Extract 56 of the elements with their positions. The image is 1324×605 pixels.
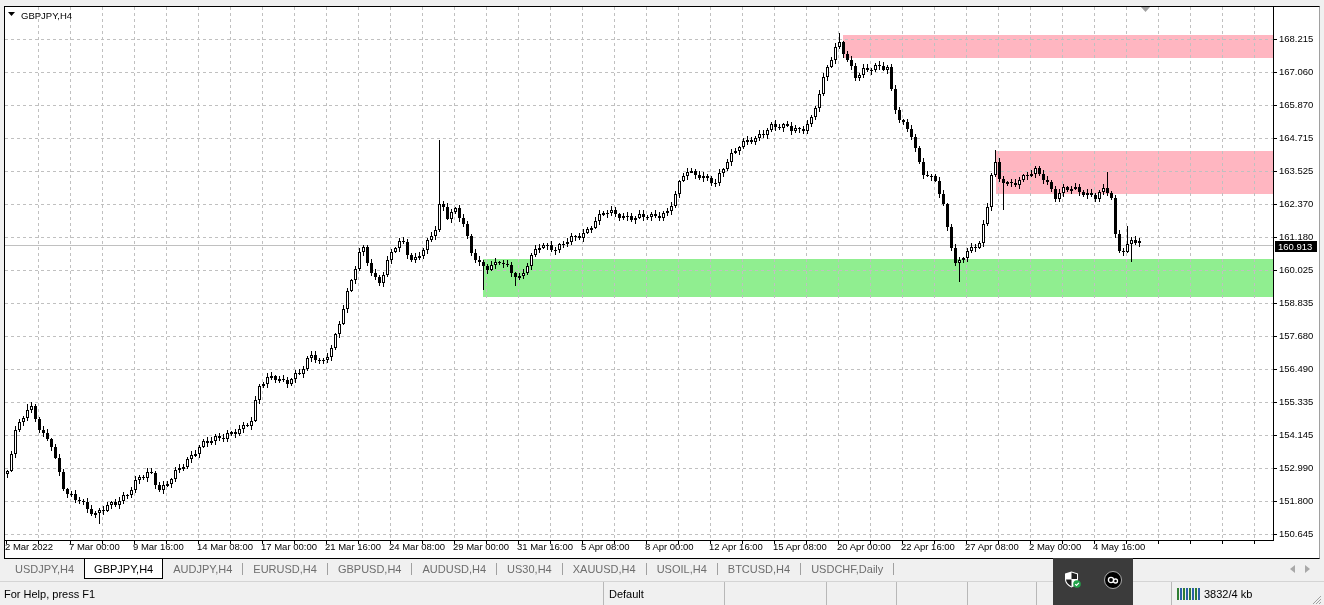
price-label: 160.025	[1279, 264, 1314, 276]
chart-tab[interactable]: BTCUSD,H4	[717, 559, 801, 579]
triangle-marker-icon	[1141, 7, 1150, 12]
price-label: 157.680	[1279, 330, 1314, 342]
time-label: 24 Mar 08:00	[389, 541, 445, 552]
time-label: 2 May 00:00	[1029, 541, 1082, 552]
chart-tab[interactable]: USOIL,H4	[646, 559, 717, 579]
time-label: 29 Mar 00:00	[453, 541, 509, 552]
time-label: 9 Mar 16:00	[133, 541, 184, 552]
time-label: 22 Apr 16:00	[901, 541, 955, 552]
chart-tab[interactable]: AUDUSD,H4	[412, 559, 497, 579]
price-label: 150.645	[1279, 528, 1314, 540]
time-label: 15 Apr 08:00	[773, 541, 827, 552]
help-text: For Help, press F1	[4, 587, 96, 600]
price-label: 156.490	[1279, 363, 1314, 375]
time-label: 21 Mar 16:00	[325, 541, 381, 552]
time-label: 17 Mar 00:00	[261, 541, 317, 552]
price-label: 151.800	[1279, 495, 1314, 507]
chart-symbol-label: GBPJPY,H4	[21, 9, 73, 21]
chart-tab[interactable]: XAUUSD,H4	[562, 559, 646, 579]
price-label: 155.335	[1279, 396, 1314, 408]
time-label: 27 Apr 08:00	[965, 541, 1019, 552]
price-label: 163.525	[1279, 165, 1314, 177]
price-label: 152.990	[1279, 462, 1314, 474]
price-label: 164.715	[1279, 132, 1314, 144]
chart-tab[interactable]: AUDJPY,H4	[163, 559, 243, 579]
chart-tab[interactable]: GBPJPY,H4	[84, 559, 164, 579]
profile-label: Default	[609, 587, 644, 600]
chart-tab[interactable]: US30,H4	[497, 559, 562, 579]
time-label: 4 May 16:00	[1093, 541, 1146, 552]
round-logo-icon[interactable]	[1104, 571, 1122, 589]
time-label: 31 Mar 16:00	[517, 541, 573, 552]
shield-icon[interactable]	[1064, 571, 1081, 588]
chart-tab[interactable]: EURUSD,H4	[243, 559, 327, 579]
price-label: 154.145	[1279, 429, 1314, 441]
time-label: 5 Apr 08:00	[581, 541, 630, 552]
price-label: 168.215	[1279, 33, 1314, 45]
price-label: 158.835	[1279, 297, 1314, 309]
time-label: 20 Apr 00:00	[837, 541, 891, 552]
price-label: 167.060	[1279, 66, 1314, 78]
price-label: 162.370	[1279, 198, 1314, 210]
price-label: 165.870	[1279, 99, 1314, 111]
chart-tab[interactable]: GBPUSD,H4	[327, 559, 412, 579]
current-price-label: 160.913	[1275, 240, 1317, 252]
time-label: 7 Mar 00:00	[69, 541, 120, 552]
price-label: 161.180	[1279, 231, 1314, 243]
signal-bars-icon	[1177, 587, 1201, 600]
chart-tab[interactable]: USDCHF,Daily	[801, 559, 894, 579]
resize-grip-icon[interactable]	[1312, 595, 1322, 605]
time-label: 2 Mar 2022	[5, 541, 54, 552]
time-label: 8 Apr 00:00	[645, 541, 694, 552]
chart-tab[interactable]: USDJPY,H4	[5, 559, 85, 579]
caret-down-icon[interactable]	[8, 12, 15, 16]
time-label: 14 Mar 08:00	[197, 541, 253, 552]
time-label: 12 Apr 16:00	[709, 541, 763, 552]
traffic-label: 3832/4 kb	[1204, 587, 1253, 600]
